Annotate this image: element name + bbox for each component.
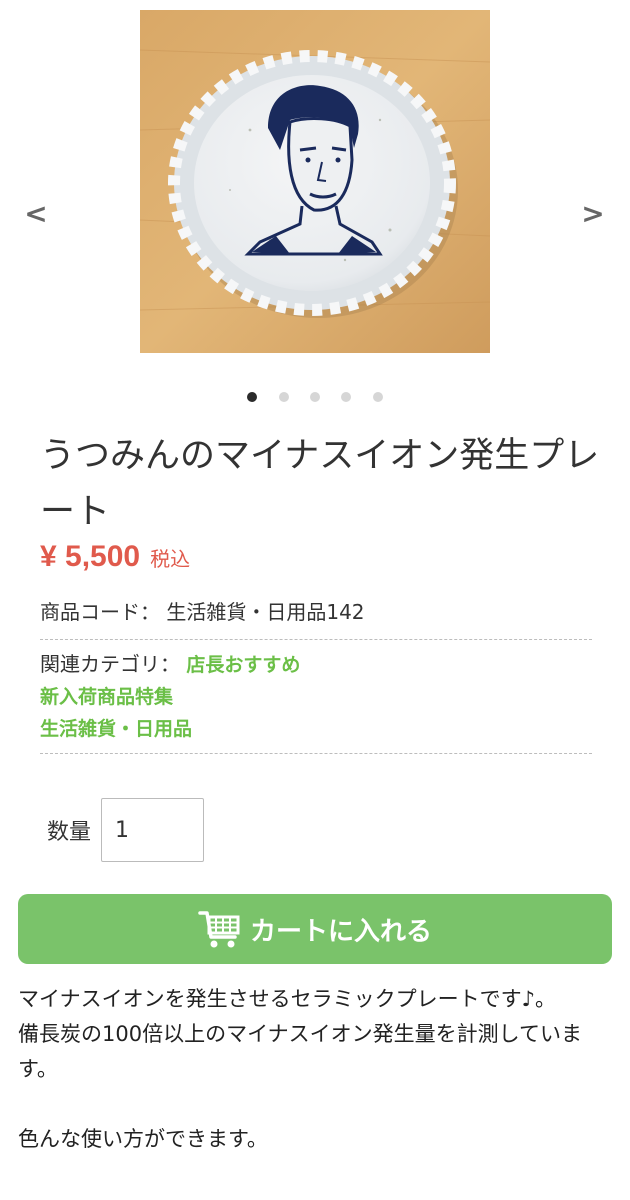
chevron-left-icon: < <box>24 197 48 230</box>
product-photo[interactable] <box>140 10 490 353</box>
quantity-row: 数量 <box>47 797 205 863</box>
gallery-dot-4[interactable] <box>341 392 351 402</box>
plate-portrait-image <box>140 10 490 353</box>
quantity-label: 数量 <box>47 820 92 845</box>
description-line: 色んな使い方ができます。 <box>18 1127 268 1151</box>
product-image-gallery: < > <box>0 0 630 380</box>
add-to-cart-button[interactable]: カートに入れる <box>18 894 612 964</box>
product-description: マイナスイオンを発生させるセラミックプレートです♪。 備長炭の100倍以上のマイ… <box>18 982 614 1157</box>
tax-included-label: 税込 <box>150 547 191 571</box>
gallery-pagination <box>0 392 630 404</box>
category-link-recommended[interactable]: 店長おすすめ <box>186 654 300 676</box>
related-categories: 関連カテゴリ： 店長おすすめ 新入荷商品特集 生活雑貨・日用品 <box>40 648 592 754</box>
gallery-dot-2[interactable] <box>279 392 289 402</box>
gallery-next-button[interactable]: > <box>573 196 613 236</box>
quantity-input[interactable] <box>101 798 205 862</box>
chevron-right-icon: > <box>581 197 605 230</box>
product-code-row: 商品コード： 生活雑貨・日用品142 <box>40 594 592 640</box>
product-price: ¥ 5,500 <box>40 540 141 573</box>
gallery-dot-3[interactable] <box>310 392 320 402</box>
description-line: 備長炭の100倍以上のマイナスイオン発生量を計測しています。 <box>18 1022 583 1081</box>
category-link-new-arrivals[interactable]: 新入荷商品特集 <box>40 686 173 708</box>
product-title: うつみんのマイナスイオン発生プレート <box>40 436 600 532</box>
add-to-cart-label: カートに入れる <box>249 916 432 947</box>
product-code-value: 生活雑貨・日用品142 <box>166 600 365 624</box>
gallery-prev-button[interactable]: < <box>16 196 56 236</box>
description-blank-line <box>18 1087 614 1122</box>
gallery-dot-1[interactable] <box>247 392 257 402</box>
related-categories-label: 関連カテゴリ： <box>40 652 180 676</box>
description-line: マイナスイオンを発生させるセラミックプレートです♪。 <box>18 987 556 1011</box>
cart-icon <box>198 911 240 948</box>
category-link-household[interactable]: 生活雑貨・日用品 <box>40 718 192 740</box>
product-code-label: 商品コード： <box>40 600 160 624</box>
gallery-dot-5[interactable] <box>373 392 383 402</box>
price-row: ¥ 5,500 税込 <box>40 540 190 584</box>
